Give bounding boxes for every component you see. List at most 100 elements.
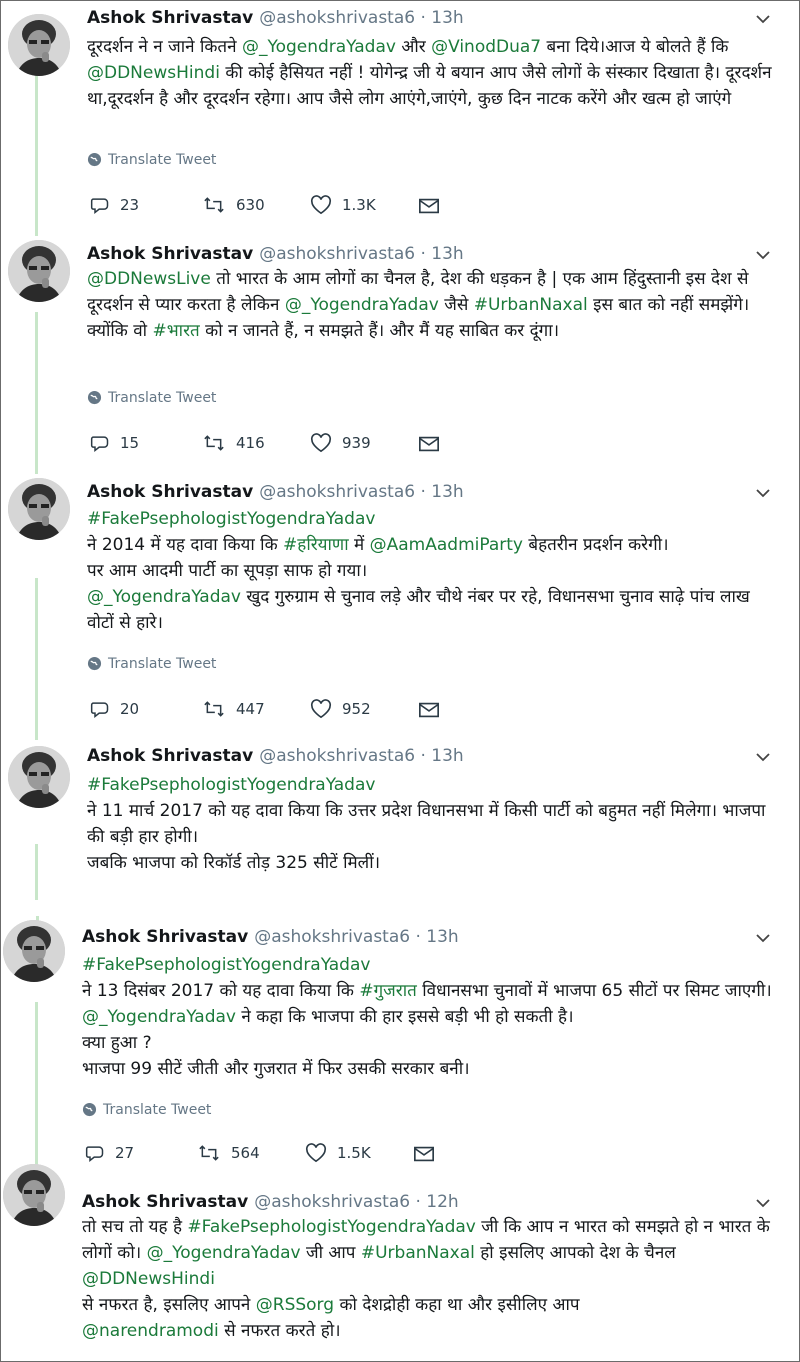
retweet-icon bbox=[202, 434, 236, 452]
tweet-header: Ashok Shrivastav @ashokshrivasta6 · 13h bbox=[87, 242, 464, 266]
author-handle[interactable]: @ashokshrivasta6 · 13h bbox=[259, 746, 464, 766]
author-name[interactable]: Ashok Shrivastav bbox=[82, 927, 248, 947]
tweet-text: @DDNewsLive तो भारत के आम लोगों का चैनल … bbox=[87, 266, 780, 344]
reply-button[interactable]: 20 bbox=[90, 696, 139, 722]
globe-icon bbox=[87, 390, 108, 406]
tweet-link[interactable]: #UrbanNaxal bbox=[361, 1243, 475, 1263]
tweet-link[interactable]: #भारत bbox=[152, 321, 199, 341]
retweet-button[interactable]: 416 bbox=[202, 430, 265, 456]
chevron-down-icon[interactable] bbox=[754, 10, 772, 28]
envelope-icon bbox=[413, 1144, 445, 1162]
translate-tweet-link[interactable]: Translate Tweet bbox=[82, 1100, 211, 1120]
translate-label: Translate Tweet bbox=[108, 152, 217, 168]
tweet-text-segment: तो सच तो यह है bbox=[82, 1217, 188, 1237]
tweet-text-segment: ने 2014 में यह दावा किया कि bbox=[87, 535, 278, 555]
tweet-text-segment: में bbox=[348, 535, 370, 555]
author-name[interactable]: Ashok Shrivastav bbox=[87, 482, 253, 502]
heart-icon bbox=[310, 195, 342, 215]
retweet-button[interactable]: 564 bbox=[197, 1140, 260, 1166]
tweet-link[interactable]: #FakePsephologistYogendraYadav bbox=[82, 955, 370, 975]
author-handle[interactable]: @ashokshrivasta6 · 13h bbox=[259, 244, 464, 264]
retweet-button[interactable]: 447 bbox=[202, 696, 265, 722]
globe-icon bbox=[87, 152, 108, 168]
retweet-button[interactable]: 630 bbox=[202, 192, 265, 218]
tweet-text-segment: हो इसलिए आपको देश के चैनल bbox=[474, 1243, 682, 1263]
avatar[interactable] bbox=[3, 920, 65, 982]
tweet-header: Ashok Shrivastav @ashokshrivasta6 · 13h bbox=[87, 744, 464, 768]
direct-message-button[interactable] bbox=[418, 696, 450, 722]
tweet-link[interactable]: @AamAadmiParty bbox=[370, 535, 523, 555]
tweet-text-segment: को न जानते हैं, न समझते हैं। और मैं यह स… bbox=[199, 321, 560, 341]
like-button[interactable]: 939 bbox=[310, 430, 371, 456]
direct-message-button[interactable] bbox=[418, 430, 450, 456]
tweet-link[interactable]: @_YogendraYadav bbox=[87, 587, 241, 607]
chevron-down-icon[interactable] bbox=[754, 748, 772, 766]
retweets-count: 564 bbox=[231, 1144, 260, 1162]
reply-button[interactable]: 23 bbox=[90, 192, 139, 218]
replies-count: 27 bbox=[115, 1144, 135, 1162]
tweet-text: #FakePsephologistYogendraYadav ने 13 दिस… bbox=[82, 952, 780, 1082]
tweet-link[interactable]: @_YogendraYadav bbox=[242, 37, 396, 57]
replies-count: 15 bbox=[120, 434, 140, 452]
author-name[interactable]: Ashok Shrivastav bbox=[87, 8, 253, 28]
tweet-link[interactable]: #UrbanNaxal bbox=[474, 295, 588, 315]
avatar[interactable] bbox=[3, 1164, 65, 1226]
tweet-link[interactable]: @RSSorg bbox=[256, 1295, 334, 1315]
tweet-link[interactable]: @_YogendraYadav bbox=[147, 1243, 301, 1263]
author-handle[interactable]: @ashokshrivasta6 · 13h bbox=[254, 927, 459, 947]
chevron-down-icon[interactable] bbox=[754, 1194, 772, 1212]
tweet-link[interactable]: @VinodDua7 bbox=[431, 37, 541, 57]
tweet-text-segment: से नफरत करते हो। bbox=[218, 1321, 341, 1341]
author-handle[interactable]: @ashokshrivasta6 · 13h bbox=[259, 482, 464, 502]
author-name[interactable]: Ashok Shrivastav bbox=[87, 746, 253, 766]
tweet-link[interactable]: @DDNewsHindi bbox=[82, 1269, 215, 1289]
tweet-link[interactable]: #FakePsephologistYogendraYadav bbox=[187, 1217, 475, 1237]
tweet-link[interactable]: @DDNewsLive bbox=[87, 269, 211, 289]
author-handle[interactable]: @ashokshrivasta6 · 12h bbox=[254, 1192, 459, 1212]
tweet-link[interactable]: #FakePsephologistYogendraYadav bbox=[87, 509, 375, 529]
direct-message-button[interactable] bbox=[413, 1140, 445, 1166]
tweet-link[interactable]: @narendramodi bbox=[82, 1321, 219, 1341]
likes-count: 952 bbox=[342, 700, 371, 718]
likes-count: 939 bbox=[342, 434, 371, 452]
envelope-icon bbox=[418, 700, 450, 718]
tweet-text: #FakePsephologistYogendraYadav ने 2014 म… bbox=[87, 506, 780, 636]
thread-line bbox=[35, 578, 38, 740]
tweet-link[interactable]: #FakePsephologistYogendraYadav bbox=[87, 775, 375, 795]
heart-icon bbox=[305, 1143, 337, 1163]
chevron-down-icon[interactable] bbox=[754, 929, 772, 947]
envelope-icon bbox=[418, 434, 450, 452]
author-name[interactable]: Ashok Shrivastav bbox=[82, 1192, 248, 1212]
chevron-down-icon[interactable] bbox=[754, 484, 772, 502]
tweet-link[interactable]: @DDNewsHindi bbox=[87, 63, 220, 83]
thread-line bbox=[35, 74, 38, 236]
retweets-count: 630 bbox=[236, 196, 265, 214]
avatar[interactable] bbox=[8, 478, 70, 540]
retweets-count: 416 bbox=[236, 434, 265, 452]
tweet-text-segment: दूरदर्शन ने न जाने कितने bbox=[87, 37, 242, 57]
direct-message-button[interactable] bbox=[418, 192, 450, 218]
translate-tweet-link[interactable]: Translate Tweet bbox=[87, 388, 216, 408]
author-handle[interactable]: @ashokshrivasta6 · 13h bbox=[259, 8, 464, 28]
like-button[interactable]: 952 bbox=[310, 696, 371, 722]
tweet-text-segment: जैसे bbox=[438, 295, 474, 315]
translate-tweet-link[interactable]: Translate Tweet bbox=[87, 150, 216, 170]
translate-tweet-link[interactable]: Translate Tweet bbox=[87, 654, 216, 674]
reply-button[interactable]: 15 bbox=[90, 430, 139, 456]
tweet-link[interactable]: @_YogendraYadav bbox=[82, 1007, 236, 1027]
avatar[interactable] bbox=[8, 14, 70, 76]
tweet-link[interactable]: #हरियाणा bbox=[283, 535, 349, 555]
tweet-text-segment: से नफरत है, इसलिए आपने bbox=[82, 1295, 251, 1315]
tweet-text-segment: बना दिये।आज ये बोलते हैं कि bbox=[541, 37, 734, 57]
reply-button[interactable]: 27 bbox=[85, 1140, 134, 1166]
like-button[interactable]: 1.3K bbox=[310, 192, 376, 218]
likes-count: 1.3K bbox=[342, 196, 376, 214]
like-button[interactable]: 1.5K bbox=[305, 1140, 371, 1166]
chevron-down-icon[interactable] bbox=[754, 246, 772, 264]
avatar[interactable] bbox=[8, 746, 70, 808]
tweet-link[interactable]: @_YogendraYadav bbox=[285, 295, 439, 315]
author-name[interactable]: Ashok Shrivastav bbox=[87, 244, 253, 264]
tweet-header: Ashok Shrivastav @ashokshrivasta6 · 13h bbox=[82, 925, 459, 949]
tweet-link[interactable]: #गुजरात bbox=[359, 981, 416, 1001]
avatar[interactable] bbox=[8, 240, 70, 302]
